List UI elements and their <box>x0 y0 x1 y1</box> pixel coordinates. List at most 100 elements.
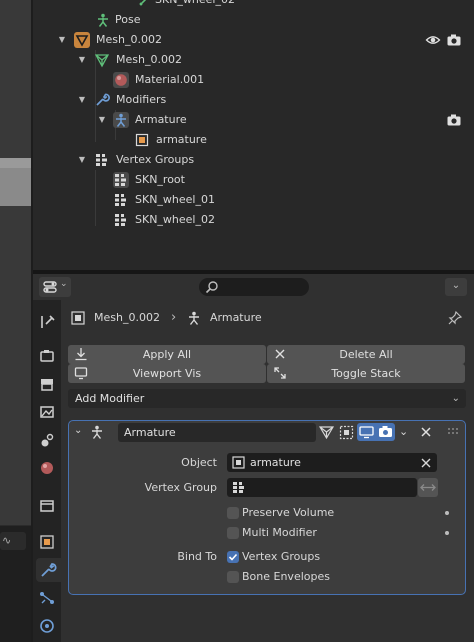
modifier-menu-chevron-down-icon[interactable]: ⌄ <box>399 424 413 440</box>
physics-tab[interactable] <box>35 614 59 638</box>
chevron-down-icon: ⌄ <box>451 393 460 404</box>
delete-all-button[interactable]: Delete All <box>267 345 465 364</box>
outliner-row-label: SKN_root <box>135 173 185 186</box>
camera-icon[interactable] <box>446 112 462 128</box>
toggle-stack-label: Toggle Stack <box>331 367 401 380</box>
keyframe-dot[interactable] <box>445 531 449 535</box>
properties-header: ⌄ ⌄ <box>33 274 474 300</box>
outliner-row-label: Material.001 <box>135 73 205 86</box>
outliner-row-mesh-object[interactable]: ▼ Mesh_0.002 <box>33 30 474 50</box>
panel-collapse-chevron-down-icon[interactable]: ⌄ <box>74 425 86 437</box>
outliner[interactable]: SKN_wheel_02 Pose ▼ Mesh_0.002 ▼ Mesh_0.… <box>33 0 474 270</box>
outliner-row-mesh-data[interactable]: ▼ Mesh_0.002 <box>33 50 474 70</box>
close-icon[interactable] <box>419 425 433 439</box>
vertex-group-icon <box>94 152 110 168</box>
scene-tab[interactable] <box>35 428 59 452</box>
vertex-group-icon <box>113 192 129 208</box>
outliner-row-label: Mesh_0.002 <box>116 53 182 66</box>
render-camera-toggle-icon[interactable] <box>376 423 395 441</box>
object-label: Object <box>181 456 217 469</box>
modifier-name-field[interactable]: Armature <box>118 423 316 442</box>
armature-object-icon <box>231 455 246 470</box>
outliner-row-vertex-group-skn-wheel-01[interactable]: SKN_wheel_01 <box>33 190 474 210</box>
apply-all-button[interactable]: Apply All <box>68 345 266 364</box>
output-tab[interactable] <box>35 372 59 396</box>
search-field[interactable] <box>199 278 309 296</box>
expand-arrows-icon <box>273 366 287 380</box>
armature-icon <box>113 112 129 128</box>
object-tab[interactable] <box>35 530 59 554</box>
render-icon <box>40 350 54 362</box>
vertex-group-label: Vertex Group <box>144 481 217 494</box>
material-icon <box>113 72 129 88</box>
bone-envelopes-label: Bone Envelopes <box>242 570 330 583</box>
outliner-row-vertex-group-skn-wheel-02[interactable]: SKN_wheel_02 <box>33 210 474 230</box>
collection-icon <box>40 500 54 512</box>
mesh-object-icon <box>70 310 86 326</box>
keyframe-dot[interactable] <box>445 511 449 515</box>
expand-toggle-chevron-down-icon[interactable]: ▼ <box>76 90 88 110</box>
breadcrumb-separator: › <box>171 310 177 325</box>
drag-handle-icon[interactable] <box>447 427 459 437</box>
multi-modifier-label: Multi Modifier <box>242 526 317 539</box>
checkmark-icon <box>228 553 238 561</box>
outliner-row-pose[interactable]: Pose <box>33 10 474 30</box>
vertex-group-icon <box>113 212 129 228</box>
add-modifier-dropdown[interactable]: Add Modifier ⌄ <box>68 389 466 408</box>
modifier-tab[interactable] <box>36 558 61 582</box>
breadcrumb: Mesh_0.002 › Armature <box>61 306 474 330</box>
invert-vertex-group-arrows-icon[interactable] <box>418 478 438 497</box>
outliner-row-vertex-groups[interactable]: ▼ Vertex Groups <box>33 150 474 170</box>
realtime-monitor-toggle-icon[interactable] <box>357 423 376 441</box>
particles-icon <box>40 592 54 604</box>
outliner-row-armature-modifier[interactable]: ▼ Armature <box>33 110 474 130</box>
collection-tab[interactable] <box>35 494 59 518</box>
tool-tab[interactable] <box>35 310 59 334</box>
editor-type-selector[interactable]: ⌄ <box>39 277 71 297</box>
render-tab[interactable] <box>35 344 59 368</box>
outliner-row-material[interactable]: Material.001 <box>33 70 474 90</box>
pin-icon[interactable] <box>447 310 463 326</box>
armature-object-icon <box>134 132 150 148</box>
world-tab[interactable] <box>35 456 59 480</box>
editor-type-dropdown[interactable]: ∿ <box>0 532 26 550</box>
bind-to-label: Bind To <box>177 550 217 563</box>
outliner-row-bone-skn-wheel-02[interactable]: SKN_wheel_02 <box>33 0 474 10</box>
particles-tab[interactable] <box>35 586 59 610</box>
expand-toggle-chevron-down-icon[interactable]: ▼ <box>76 50 88 70</box>
expand-toggle-chevron-down-icon[interactable]: ▼ <box>76 150 88 170</box>
multi-modifier-checkbox[interactable] <box>227 527 239 539</box>
preserve-volume-checkbox[interactable] <box>227 507 239 519</box>
expand-toggle-chevron-down-icon[interactable]: ▼ <box>96 110 108 130</box>
vertex-group-field[interactable] <box>227 478 417 497</box>
download-icon <box>74 347 88 361</box>
on-cage-toggle-icon[interactable] <box>338 424 355 441</box>
close-icon <box>273 347 287 361</box>
vertex-groups-label: Vertex Groups <box>242 550 321 563</box>
add-modifier-label: Add Modifier <box>75 392 145 405</box>
outliner-row-label: Mesh_0.002 <box>96 33 162 46</box>
breadcrumb-object: Mesh_0.002 <box>94 311 160 324</box>
viewport-vis-button[interactable]: Viewport Vis <box>68 364 266 383</box>
edit-mode-toggle-icon[interactable] <box>318 424 335 441</box>
outliner-row-armature-object[interactable]: armature <box>33 130 474 150</box>
options-chevron-down-icon[interactable]: ⌄ <box>445 278 467 296</box>
breadcrumb-modifier: Armature <box>210 311 262 324</box>
toggle-stack-button[interactable]: Toggle Stack <box>267 364 465 383</box>
view-layer-tab[interactable] <box>35 400 59 424</box>
viewport-vis-label: Viewport Vis <box>132 367 202 380</box>
scene-icon <box>41 433 54 447</box>
3d-viewport-edge[interactable]: ∿ <box>0 0 31 642</box>
object-field[interactable]: armature <box>227 453 437 472</box>
outliner-row-label: Vertex Groups <box>116 153 195 166</box>
vertex-groups-checkbox[interactable] <box>227 551 239 563</box>
bone-envelopes-checkbox[interactable] <box>227 571 239 583</box>
expand-toggle-chevron-down-icon[interactable]: ▼ <box>56 30 68 50</box>
armature-modifier-panel: ⌄ Armature ⌄ Object armature Vertex Grou… <box>68 420 466 595</box>
clear-object-close-icon[interactable] <box>420 456 432 468</box>
delete-all-label: Delete All <box>339 348 393 361</box>
eye-icon[interactable] <box>425 32 441 48</box>
camera-icon[interactable] <box>446 32 462 48</box>
outliner-row-vertex-group-skn-root[interactable]: SKN_root <box>33 170 474 190</box>
outliner-row-modifiers[interactable]: ▼ Modifiers <box>33 90 474 110</box>
